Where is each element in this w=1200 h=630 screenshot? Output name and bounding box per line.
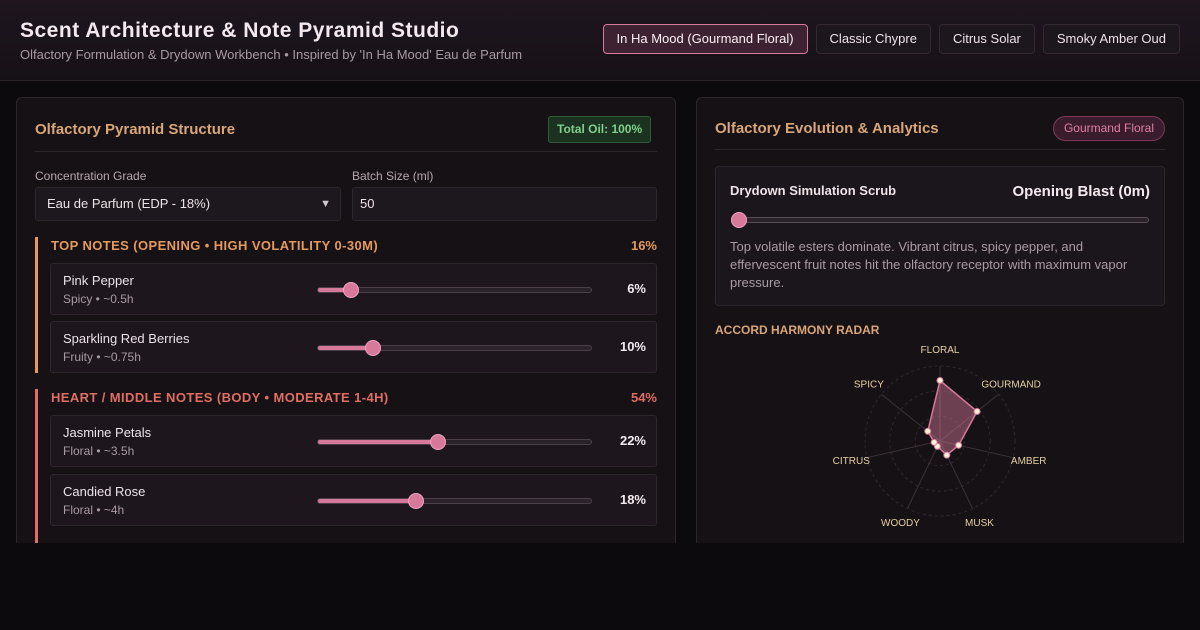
note-slider[interactable] [317,434,592,450]
mood-badge: Gourmand Floral [1052,116,1165,141]
preset-button[interactable]: In Ha Mood (Gourmand Floral) [602,24,808,54]
concentration-value: Eau de Parfum (EDP - 18%) [47,196,211,211]
note-meta: Spicy • ~0.5h [63,292,134,306]
radar-axis-label: AMBER [1011,456,1047,467]
tier-accent-bar [35,389,38,556]
note-name: Candied Rose [63,484,146,499]
total-oil-badge: Total Oil: 100% [548,116,652,143]
scrub-phase-label: Opening Blast (0m) [1012,183,1150,200]
radar-axis-label: FLORAL [921,345,960,356]
note-row: Jasmine Petals Floral • ~3.5h 22% [50,415,657,467]
scrub-title: Drydown Simulation Scrub [730,183,897,198]
note-slider-thumb[interactable] [364,340,381,356]
note-meta: Floral • ~4h [63,503,125,517]
tier-accent-bar [35,237,38,373]
preset-bar: In Ha Mood (Gourmand Floral) Classic Chyp… [602,24,1180,54]
analytics-panel: Olfactory Evolution & Analytics Gourmand… [696,97,1184,557]
note-meta: Fruity • ~0.75h [63,350,141,364]
preset-button[interactable]: Smoky Amber Oud [1042,24,1180,54]
scrub-description: Top volatile esters dominate. Vibrant ci… [730,239,1128,290]
radar-point [943,451,951,459]
radar-point [955,441,963,449]
radar-axis-line [907,440,941,509]
panel-divider [35,151,657,152]
tier-percentage: 54% [630,390,657,405]
app-title: Scent Architecture & Note Pyramid Studio [20,19,460,42]
preset-button[interactable]: Citrus Solar [938,24,1035,54]
batch-size-label: Batch Size (ml) [352,169,434,183]
pyramid-panel-title: Olfactory Pyramid Structure [35,121,236,138]
radar-axis-label: SPICY [854,379,884,390]
concentration-select[interactable]: Eau de Parfum (EDP - 18%) ▼ [35,187,341,221]
note-name: Sparkling Red Berries [63,331,190,346]
note-percentage: 10% [619,339,646,354]
radar-point [930,438,938,446]
concentration-label: Concentration Grade [35,169,147,183]
note-slider-fill [318,499,417,503]
note-name: Pink Pepper [63,273,134,288]
chevron-down-icon: ▼ [320,198,331,210]
pyramid-panel: Olfactory Pyramid Structure Total Oil: 1… [16,97,676,557]
note-percentage: 22% [619,433,646,448]
tier-percentage: 16% [630,238,657,253]
note-slider-thumb[interactable] [430,434,447,450]
note-slider[interactable] [317,340,592,356]
analytics-panel-title: Olfactory Evolution & Analytics [715,120,939,137]
note-row: Candied Rose Floral • ~4h 18% [50,474,657,526]
bottom-area [0,543,1200,630]
radar-point [936,376,944,384]
drydown-slider[interactable] [731,212,1149,228]
note-row: Sparkling Red Berries Fruity • ~0.75h 10% [50,321,657,373]
drydown-slider-thumb[interactable] [731,212,747,228]
app-header: Scent Architecture & Note Pyramid Studio… [0,0,1200,81]
note-slider-fill [318,440,439,444]
note-percentage: 6% [627,281,646,296]
accord-radar-chart: FLORAL GOURMAND AMBER MUSK WOODY CITRUS SPICY [833,345,1047,529]
radar-axis-label: MUSK [965,518,994,529]
note-percentage: 18% [619,492,646,507]
radar-axis-label: GOURMAND [981,379,1040,390]
radar-axis-line [866,440,941,459]
panel-divider [715,149,1165,150]
radar-point [973,407,981,415]
note-slider[interactable] [317,493,592,509]
tier-title: TOP NOTES (OPENING • HIGH VOLATILITY 0-3… [51,238,379,253]
preset-button[interactable]: Classic Chypre [815,24,931,54]
radar-axis-label: WOODY [881,518,920,529]
note-row: Pink Pepper Spicy • ~0.5h 6% [50,263,657,315]
app-subtitle: Olfactory Formulation & Drydown Workbenc… [20,47,523,62]
drydown-scrub-card: Drydown Simulation Scrub Opening Blast (… [715,166,1165,306]
batch-size-input[interactable]: 50 [352,187,657,221]
note-name: Jasmine Petals [63,425,152,440]
note-slider-thumb[interactable] [408,493,425,509]
radar-heading: ACCORD HARMONY RADAR [715,323,880,337]
note-slider[interactable] [317,282,592,298]
radar-point [924,427,932,435]
note-meta: Floral • ~3.5h [63,444,135,458]
radar-axis-label: CITRUS [833,456,871,467]
tier-title: HEART / MIDDLE NOTES (BODY • MODERATE 1-… [51,390,389,405]
note-slider-thumb[interactable] [342,282,359,298]
